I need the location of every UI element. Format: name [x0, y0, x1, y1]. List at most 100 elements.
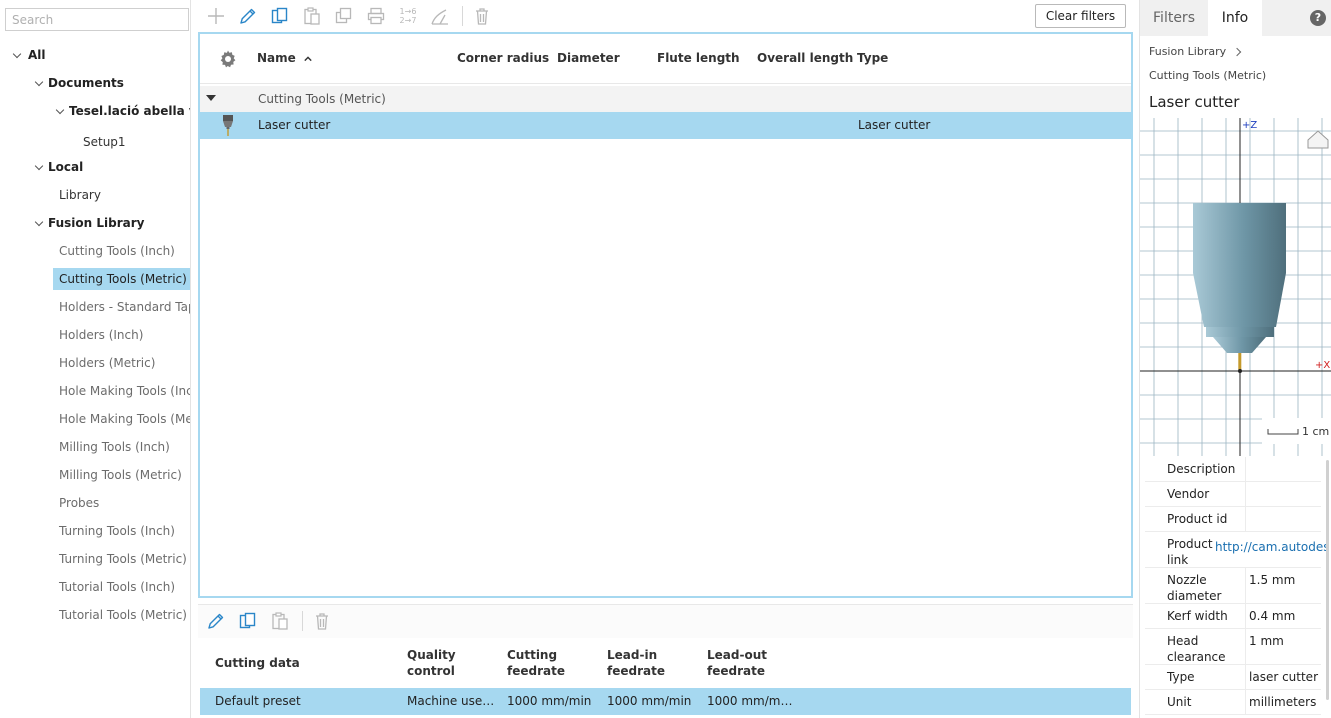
- tree-node-documents[interactable]: Documents: [0, 72, 190, 94]
- tree-node-probes[interactable]: Probes: [53, 492, 190, 514]
- tree-node-milling-metric[interactable]: Milling Tools (Metric): [53, 464, 190, 486]
- column-header-type[interactable]: Type: [857, 51, 888, 65]
- tree-node-setup[interactable]: Setup1: [0, 131, 190, 153]
- tree-node-hole-metric[interactable]: Hole Making Tools (Met: [53, 408, 190, 430]
- paste-icon[interactable]: [269, 610, 291, 632]
- renumber-icon[interactable]: 1→6 2→7: [397, 5, 419, 27]
- tree-node-tutorial-inch[interactable]: Tutorial Tools (Inch): [53, 576, 190, 598]
- property-value: 1 mm: [1249, 634, 1284, 648]
- gear-icon[interactable]: [218, 49, 238, 69]
- tree-node-cutting-inch[interactable]: Cutting Tools (Inch): [53, 240, 190, 262]
- tree-node-label: Library: [59, 188, 101, 202]
- preset-quality-cell: Machine use…: [407, 694, 495, 708]
- preset-name-cell: Default preset: [215, 694, 301, 708]
- copy-icon[interactable]: [269, 5, 291, 27]
- property-row: Nozzle diameter 1.5 mm: [1145, 568, 1321, 604]
- tree-node-label: Milling Tools (Inch): [59, 440, 170, 454]
- breadcrumb-item[interactable]: Fusion Library: [1149, 45, 1226, 58]
- property-row: Product id: [1145, 507, 1321, 532]
- tree-node-turning-inch[interactable]: Turning Tools (Inch): [53, 520, 190, 542]
- column-header-leadin-feedrate[interactable]: Lead-in feedrate: [607, 647, 665, 679]
- tree-node-tutorial-metric[interactable]: Tutorial Tools (Metric): [53, 604, 190, 626]
- copy-icon[interactable]: [237, 610, 259, 632]
- toolbar-divider: [302, 611, 303, 631]
- search-input[interactable]: [5, 8, 189, 31]
- pencil-icon[interactable]: [205, 610, 227, 632]
- tree-node-label: Tesel.lació abella v2: [69, 104, 190, 118]
- column-header-corner-radius[interactable]: Corner radius: [457, 51, 549, 65]
- clear-filters-button[interactable]: Clear filters: [1035, 4, 1126, 28]
- tool-table: Name Corner radius Diameter Flute length…: [198, 32, 1133, 598]
- property-key: Description: [1167, 462, 1236, 476]
- trash-icon[interactable]: [471, 5, 493, 27]
- home-icon[interactable]: [1307, 130, 1329, 149]
- pencil-icon[interactable]: [237, 5, 259, 27]
- preset-leadout-cell: 1000 mm/m…: [707, 694, 793, 708]
- column-header-quality-control[interactable]: Quality control: [407, 647, 456, 679]
- column-header-cutting-data[interactable]: Cutting data: [215, 655, 300, 671]
- property-key: Product link: [1167, 537, 1213, 567]
- tree-node-library[interactable]: Library: [0, 184, 190, 206]
- group-row[interactable]: Cutting Tools (Metric): [200, 86, 1131, 112]
- property-value: 0.4 mm: [1249, 609, 1296, 623]
- tree-node-local[interactable]: Local: [0, 156, 190, 178]
- product-link[interactable]: http://cam.autodesk.com: [1215, 539, 1327, 555]
- scale-label: 1 cm: [1302, 425, 1329, 438]
- tab-info[interactable]: Info: [1208, 0, 1262, 36]
- tree-node-turning-metric[interactable]: Turning Tools (Metric): [53, 548, 190, 570]
- chevron-down-icon[interactable]: [12, 44, 24, 66]
- chevron-down-icon[interactable]: [55, 100, 67, 122]
- help-icon[interactable]: ?: [1310, 10, 1326, 26]
- scrollbar[interactable]: [1326, 460, 1329, 700]
- column-header-overall-length[interactable]: Overall length: [757, 51, 853, 65]
- column-header-label: Name: [257, 51, 296, 65]
- breadcrumb-item[interactable]: Cutting Tools (Metric): [1149, 69, 1266, 82]
- column-header-flute-length[interactable]: Flute length: [657, 51, 740, 65]
- column-header-name[interactable]: Name: [257, 51, 312, 65]
- column-header-cutting-feedrate[interactable]: Cutting feedrate: [507, 647, 565, 679]
- plus-icon[interactable]: [205, 5, 227, 27]
- tab-filters[interactable]: Filters: [1140, 0, 1208, 36]
- trash-icon[interactable]: [311, 610, 333, 632]
- renumber-label: 1→6: [399, 7, 417, 16]
- renumber-label: 2→7: [399, 16, 417, 25]
- sort-ascending-icon[interactable]: [304, 55, 312, 63]
- tree-node-milling-inch[interactable]: Milling Tools (Inch): [53, 436, 190, 458]
- property-row: Kerf width 0.4 mm: [1145, 604, 1321, 629]
- chevron-down-icon[interactable]: [34, 212, 46, 234]
- tree-node-holders-metric[interactable]: Holders (Metric): [53, 352, 190, 374]
- tree-node-label: Cutting Tools (Metric): [59, 272, 187, 286]
- duplicate-icon[interactable]: [333, 5, 355, 27]
- info-tabs: Filters Info ?: [1140, 0, 1331, 36]
- group-label: Cutting Tools (Metric): [258, 92, 386, 106]
- property-key: Product id: [1167, 512, 1228, 526]
- chevron-right-icon: [1232, 47, 1242, 57]
- property-row: Type laser cutter: [1145, 665, 1321, 690]
- tree-node-hole-inch[interactable]: Hole Making Tools (Inc: [53, 380, 190, 402]
- tree-node-document[interactable]: Tesel.lació abella v2: [0, 100, 190, 122]
- chevron-down-icon[interactable]: [34, 72, 46, 94]
- column-header-diameter[interactable]: Diameter: [557, 51, 620, 65]
- info-pane: Filters Info ? Fusion Library Cutting To…: [1139, 0, 1331, 718]
- tree-node-label: Holders (Metric): [59, 356, 156, 370]
- column-header-leadout-feedrate[interactable]: Lead-out feedrate: [707, 647, 767, 679]
- tree-node-fusion-library[interactable]: Fusion Library: [0, 212, 190, 234]
- feed-speed-icon[interactable]: [429, 5, 451, 27]
- library-tree-pane: All Documents Tesel.lació abella v2 Setu…: [0, 0, 191, 718]
- tree-node-holders-tap[interactable]: Holders - Standard Tap: [53, 296, 190, 318]
- caret-down-icon[interactable]: [206, 95, 216, 101]
- tree-node-all[interactable]: All: [0, 44, 190, 66]
- table-row[interactable]: Default preset Machine use… 1000 mm/min …: [200, 688, 1131, 715]
- tree-node-label: Tutorial Tools (Metric): [59, 608, 187, 622]
- tree-node-cutting-metric[interactable]: Cutting Tools (Metric): [53, 268, 190, 290]
- tree-node-label: Cutting Tools (Inch): [59, 244, 175, 258]
- table-row[interactable]: Laser cutter Laser cutter: [200, 112, 1131, 139]
- paste-icon[interactable]: [301, 5, 323, 27]
- chevron-down-icon[interactable]: [34, 156, 46, 178]
- tool-preview[interactable]: +Z +X 1 cm: [1140, 118, 1331, 456]
- tree-node-label: Setup1: [83, 135, 126, 149]
- property-key: Vendor: [1167, 487, 1210, 501]
- tree-node-holders-inch[interactable]: Holders (Inch): [53, 324, 190, 346]
- x-axis-label: +X: [1315, 360, 1330, 371]
- print-icon[interactable]: [365, 5, 387, 27]
